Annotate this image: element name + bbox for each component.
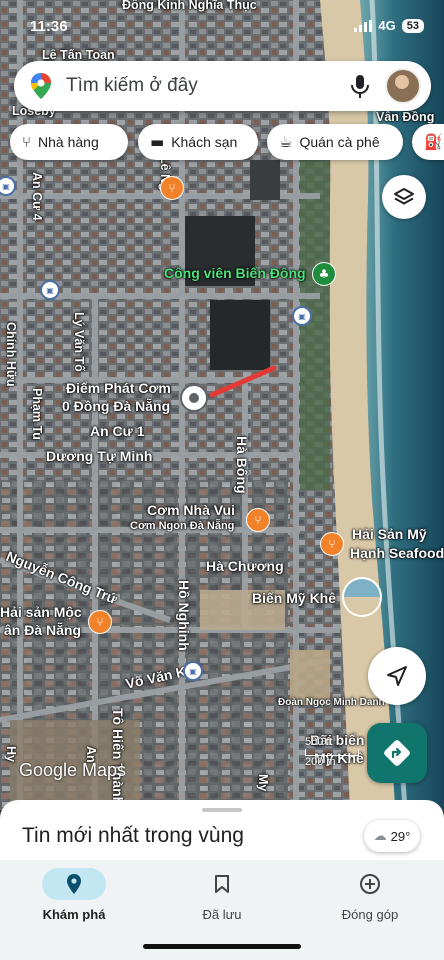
chip-hotels[interactable]: ▬ Khách sạn <box>138 124 258 160</box>
sheet-title: Tin mới nhất trong vùng <box>22 824 244 847</box>
label-van-dong[interactable]: Vân Đồng <box>376 110 434 124</box>
label-doan-ngoc-minh-danh[interactable]: Đoàn Ngọc Minh Danh <box>278 697 385 708</box>
google-maps-logo: Google Maps <box>19 760 127 780</box>
chip-label: Quán cà phê <box>299 134 380 150</box>
label-com-nha-vui[interactable]: Cơm Nhà Vui <box>147 502 235 518</box>
beach-photo-thumbnail[interactable] <box>342 577 382 617</box>
directions-button[interactable] <box>367 723 427 783</box>
search-bar[interactable]: Tìm kiếm ở đây <box>14 61 431 111</box>
label-diem-phat-com-1[interactable]: Điểm Phát Cơm <box>66 380 171 396</box>
scale-top-label: 500 ft <box>305 736 333 748</box>
status-right: 4G 53 <box>354 18 424 33</box>
scale-bottom-label: 200 m <box>305 756 336 768</box>
label-ly-van-to[interactable]: Lý Văn Tố <box>72 312 86 372</box>
status-bar: 11:36 4G 53 <box>0 14 444 42</box>
avatar[interactable] <box>385 68 421 104</box>
chip-restaurants[interactable]: ⑂ Nhà hàng <box>10 124 128 160</box>
bed-icon: ▬ <box>150 133 165 151</box>
label-cong-vien-bien-dong[interactable]: Công viên Biển Đông <box>164 265 306 281</box>
tab-label: Đóng góp <box>341 907 399 922</box>
tab-saved[interactable]: Đã lưu <box>162 868 282 922</box>
battery-level: 53 <box>401 18 424 33</box>
label-hai-san-moc-1[interactable]: Hải sản Mộc <box>0 604 82 620</box>
tab-label: Khám phá <box>42 907 106 922</box>
google-maps-pin-icon <box>31 73 51 99</box>
map-scale: 500 ft 200 m <box>305 736 359 768</box>
label-ho-nghinh[interactable]: Hồ Nghinh <box>176 580 192 651</box>
label-my[interactable]: My <box>256 774 270 791</box>
label-ha-bong[interactable]: Hà Bổng <box>234 436 250 494</box>
status-time: 11:36 <box>30 18 68 35</box>
chip-cafes[interactable]: ☕ Quán cà phê <box>267 124 403 160</box>
label-diem-phat-com-2[interactable]: 0 Đồng Đà Nẵng <box>62 398 170 414</box>
bus-stop-icon[interactable]: ▣ <box>40 280 60 300</box>
microphone-icon[interactable] <box>349 73 371 99</box>
cloud-icon: ☁ <box>373 828 387 844</box>
bookmark-icon <box>215 875 229 893</box>
navigation-arrow-icon <box>387 666 407 686</box>
layers-icon <box>394 188 414 205</box>
temperature: 29° <box>390 828 411 844</box>
directions-icon <box>384 740 410 766</box>
label-ha-chuong[interactable]: Hà Chương <box>206 558 284 574</box>
bus-stop-icon[interactable]: ▣ <box>183 661 203 681</box>
bus-stop-icon[interactable]: ▣ <box>292 306 312 326</box>
my-location-button[interactable] <box>368 647 426 705</box>
tab-contribute[interactable]: Đóng góp <box>310 868 430 922</box>
label-to-hien-thanh[interactable]: Tô Hiến Thành <box>110 708 126 805</box>
label-dong-kinh[interactable]: Đông Kinh Nghĩa Thục <box>122 0 257 12</box>
weather-chip[interactable]: ☁ 29° <box>364 820 420 852</box>
label-hai-san-my-hanh-2[interactable]: Hạnh Seafood <box>350 545 444 561</box>
restaurant-icon[interactable]: ⑂ <box>160 176 184 200</box>
label-an-cu-4[interactable]: An Cư 4 <box>30 172 44 221</box>
chip-gas[interactable]: ⛽ <box>412 124 444 160</box>
home-indicator[interactable] <box>143 944 301 949</box>
label-hy[interactable]: Hy <box>4 746 18 762</box>
place-marker-icon[interactable] <box>180 384 208 412</box>
tab-label: Đã lưu <box>202 907 242 922</box>
label-com-ngon-da-nang[interactable]: Cơm Ngon Đà Nẵng <box>130 520 234 532</box>
label-bien-my-khe[interactable]: Biển Mỹ Khê <box>252 590 336 606</box>
layers-button[interactable] <box>382 175 426 219</box>
restaurant-icon[interactable]: ⑂ <box>88 610 112 634</box>
scale-bar <box>305 749 359 756</box>
search-input[interactable]: Tìm kiếm ở đây <box>66 75 349 97</box>
restaurant-icon[interactable]: ⑂ <box>246 508 270 532</box>
fork-knife-icon: ⑂ <box>22 133 32 151</box>
label-le-tan-toan[interactable]: Lê Tấn Toan <box>42 48 115 62</box>
network-type: 4G <box>378 18 396 33</box>
coffee-icon: ☕ <box>279 133 293 151</box>
chip-label: Nhà hàng <box>38 134 99 150</box>
label-pham-tu[interactable]: Phạm Tu <box>30 388 44 440</box>
park-icon[interactable]: ♣ <box>312 262 336 286</box>
restaurant-icon[interactable]: ⑂ <box>320 532 344 556</box>
label-duong-tu-minh[interactable]: Dương Tự Minh <box>46 448 152 464</box>
label-chinh-huu[interactable]: Chính Hữu <box>4 322 18 387</box>
signal-icon <box>354 19 373 32</box>
tab-icon-wrap <box>190 868 254 900</box>
label-hai-san-my-hanh-1[interactable]: Hải Sản Mỹ <box>352 526 427 542</box>
label-an-cu-1[interactable]: An Cư 1 <box>90 423 144 439</box>
label-hai-san-moc-2[interactable]: ân Đà Nẵng <box>4 622 81 638</box>
add-circle-icon <box>360 874 380 894</box>
tab-icon-wrap <box>42 868 106 900</box>
tab-explore[interactable]: Khám phá <box>14 868 134 922</box>
location-pin-icon <box>67 874 81 894</box>
sheet-handle[interactable] <box>202 808 242 812</box>
chip-label: Khách sạn <box>171 134 238 150</box>
fuel-icon: ⛽ <box>424 133 443 151</box>
tab-icon-wrap <box>338 868 402 900</box>
